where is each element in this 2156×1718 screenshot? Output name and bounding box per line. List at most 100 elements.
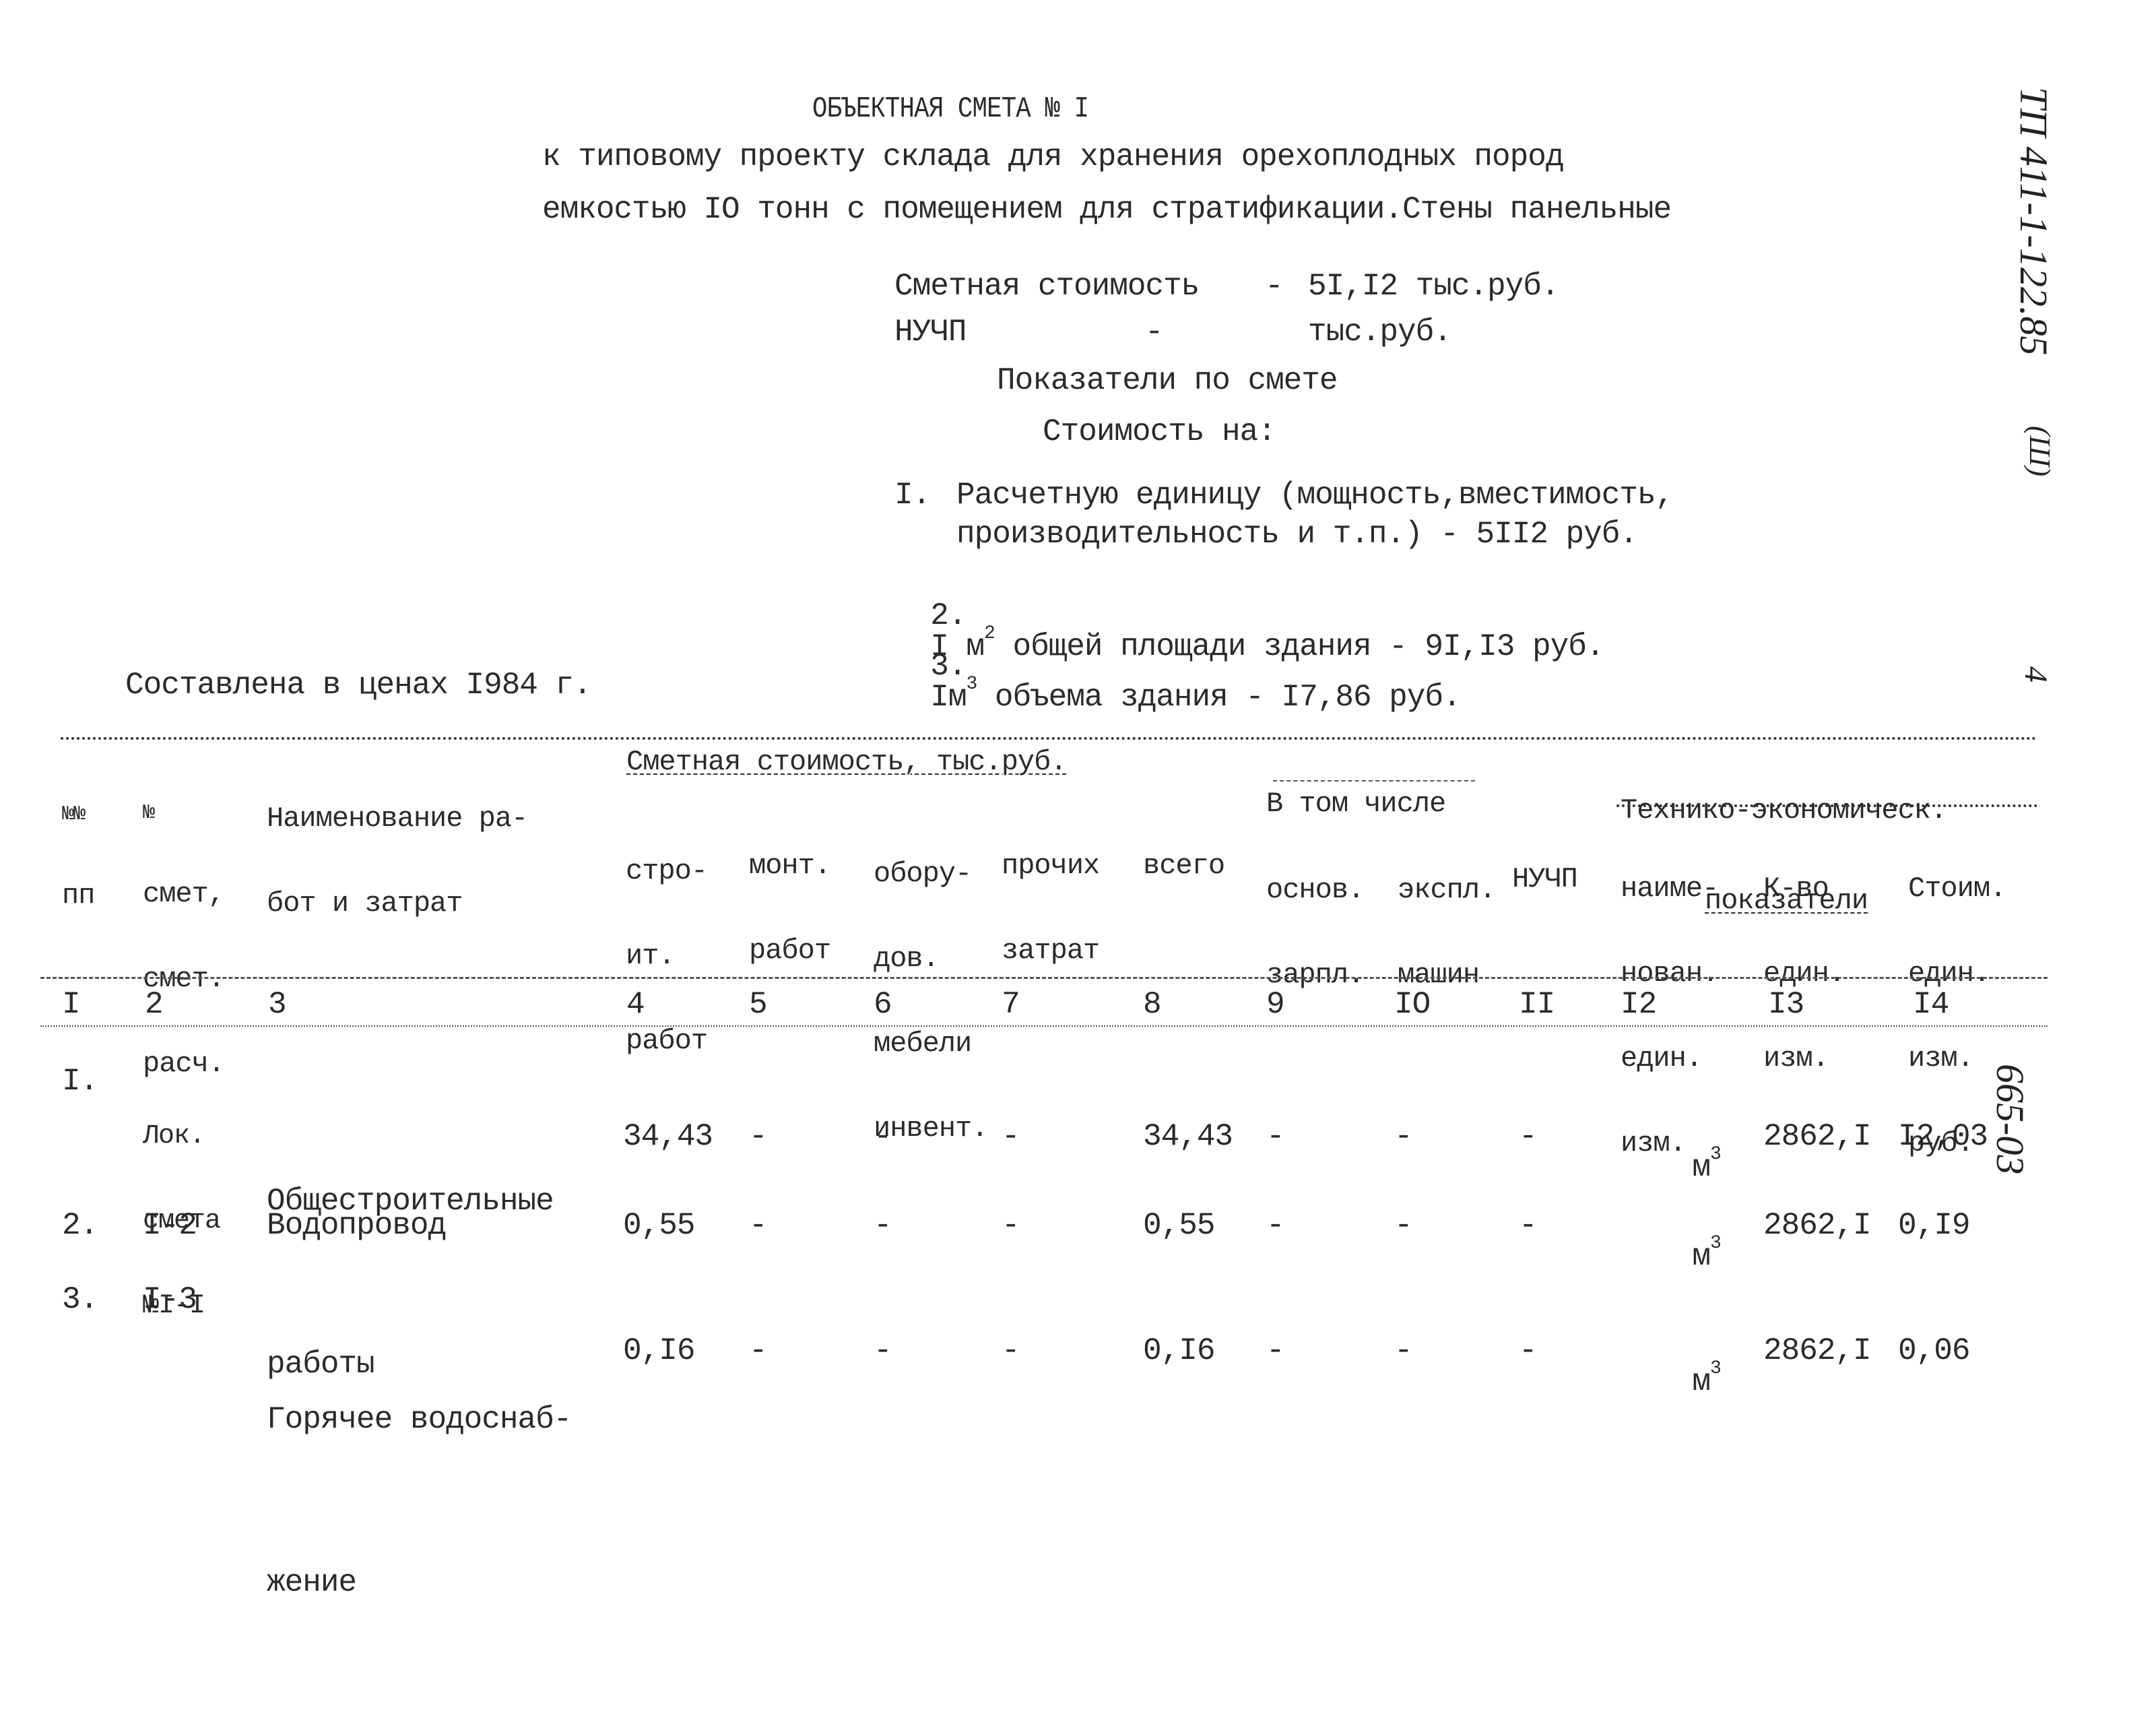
column-number: 2	[145, 987, 164, 1022]
estimated-cost-value: 5I,I2 тыс.руб.	[1308, 269, 1559, 304]
page-number-text: 4	[2018, 666, 2054, 682]
header-col-2: № смет, смет. расч.	[143, 746, 225, 1106]
header-col-13-line: изм.	[1763, 1042, 1829, 1075]
header-col-1: №№ пп	[62, 748, 95, 938]
row-wages: -	[1266, 1333, 1285, 1368]
nuchp-label: НУЧП	[894, 315, 967, 350]
row-unit-text: м	[1692, 1364, 1711, 1399]
header-col-13-line: един.	[1763, 957, 1845, 990]
column-number: I	[62, 987, 81, 1022]
header-col-6-line: мебели	[874, 1027, 972, 1060]
row-estimate-ref: I-3	[143, 1282, 197, 1317]
header-group-cost: Сметная стоимость, тыс.руб.	[626, 746, 1068, 778]
indicator-3-post: объема здания - I7,86 руб.	[977, 680, 1462, 715]
header-col-13-line: К-во	[1763, 872, 1829, 905]
header-col-11-line: НУЧП	[1512, 863, 1578, 895]
header-col-2-line: №	[143, 802, 155, 825]
header-col-2-line: смет,	[143, 878, 225, 910]
row-unit-sup: 3	[1710, 1358, 1722, 1379]
row-installation-cost: -	[749, 1119, 768, 1154]
column-number: 4	[626, 987, 645, 1022]
header-col-3-line: бот и затрат	[267, 887, 463, 920]
document-code: ТП 411-1-122.85	[2011, 67, 2101, 355]
column-number: 6	[874, 987, 892, 1022]
header-col-3: Наименование ра- бот и затрат	[267, 748, 528, 946]
column-number: II	[1519, 987, 1555, 1022]
row-construction-cost: 0,55	[623, 1208, 695, 1243]
album-mark: (Ш)	[2023, 411, 2091, 476]
row-nuchp: -	[1519, 1208, 1538, 1243]
indicator-1-line-1: Расчетную единицу (мощность,вместимость,	[956, 478, 1674, 513]
header-col-10-line: машин	[1398, 959, 1480, 991]
row-other-cost: -	[1002, 1208, 1020, 1243]
row-nuchp: -	[1519, 1119, 1538, 1154]
header-col-5-line: работ	[749, 934, 831, 967]
row-unit: м3	[1621, 1121, 1721, 1214]
column-number: 9	[1266, 987, 1285, 1022]
header-col-9-line: основ.	[1266, 874, 1365, 906]
row-equipment-cost: -	[874, 1208, 892, 1243]
nuchp-dash: -	[1145, 315, 1164, 350]
header-col-13: К-во един. изм.	[1763, 818, 1845, 1101]
column-number: 7	[1002, 987, 1020, 1022]
header-col-6-line: обору-	[874, 858, 972, 890]
row-quantity: 2862,I	[1763, 1333, 1872, 1368]
header-col-7: прочих затрат	[1002, 795, 1100, 993]
document-title: ОБЪЕКТНАЯ СМЕТА № I	[812, 92, 1089, 126]
row-machines: -	[1394, 1333, 1413, 1368]
header-col-4: стро- ит. работ	[626, 800, 708, 1083]
row-total-cost: 0,55	[1143, 1208, 1215, 1243]
header-col-14-line: един.	[1908, 957, 1990, 990]
row-work-name-line: жение	[267, 1564, 357, 1600]
row-total-cost: 34,43	[1143, 1119, 1233, 1154]
row-work-name: Горячее водоснаб- жение	[267, 1284, 572, 1718]
header-col-6-line: дов.	[874, 943, 940, 975]
row-machines: -	[1394, 1208, 1413, 1243]
row-installation-cost: -	[749, 1333, 768, 1368]
cost-on-label: Стоимость на:	[1043, 414, 1276, 449]
header-col-10-line: экспл.	[1398, 874, 1496, 906]
row-unit-cost: 0,I9	[1898, 1208, 1970, 1243]
row-wages: -	[1266, 1208, 1285, 1243]
estimated-cost-dash: -	[1265, 269, 1284, 304]
header-col-9-line: зарпл.	[1266, 959, 1365, 991]
indicator-3-sup: 3	[966, 674, 977, 695]
header-col-12-line: един.	[1621, 1042, 1703, 1075]
row-number: I.	[62, 1064, 98, 1099]
header-col-3-line: Наименование ра-	[267, 802, 528, 835]
row-unit: м3	[1621, 1210, 1721, 1303]
row-number: 3.	[62, 1282, 98, 1317]
column-number: I3	[1768, 987, 1804, 1022]
indicator-3-num: 3.	[930, 649, 967, 684]
header-technical-rule	[1616, 804, 2037, 813]
subtitle-line-1: к типовому проекту склада для хранения о…	[542, 139, 1564, 174]
header-col-5-line: монт.	[749, 850, 831, 882]
row-work-name: Водопровод	[267, 1208, 447, 1243]
column-number: 5	[749, 987, 768, 1022]
row-unit: м3	[1621, 1335, 1721, 1428]
prices-note: Составлена в ценах I984 г.	[125, 668, 592, 703]
row-unit-text: м	[1692, 1150, 1711, 1185]
subtitle-line-2: емкостью IO тонн с помещением для страти…	[542, 192, 1672, 227]
row-unit-sup: 3	[1710, 1144, 1722, 1165]
row-other-cost: -	[1002, 1333, 1020, 1368]
header-col-1-line: пп	[62, 879, 95, 912]
row-construction-cost: 34,43	[623, 1119, 713, 1154]
row-unit-cost: I2,03	[1898, 1119, 1988, 1154]
header-col-5: монт. работ	[749, 795, 831, 993]
indicator-1-line-2: производительность и т.п.) - 5II2 руб.	[956, 517, 1638, 552]
header-col-11: НУЧП	[1512, 808, 1578, 922]
header-col-8: всего	[1143, 795, 1225, 908]
indicator-3-pre: Iм	[930, 680, 967, 715]
header-group-including: В том числе	[1266, 788, 1446, 820]
header-bottom-rule	[40, 977, 2048, 979]
row-unit-text: м	[1692, 1239, 1711, 1274]
row-equipment-cost: -	[874, 1333, 892, 1368]
column-number: I2	[1621, 987, 1657, 1022]
row-equipment-cost: -	[874, 1119, 892, 1154]
header-group-cost-rule	[1273, 780, 1475, 782]
column-number: 8	[1143, 987, 1162, 1022]
row-nuchp: -	[1519, 1333, 1538, 1368]
column-number: I4	[1913, 987, 1949, 1022]
column-number: 3	[268, 987, 287, 1022]
